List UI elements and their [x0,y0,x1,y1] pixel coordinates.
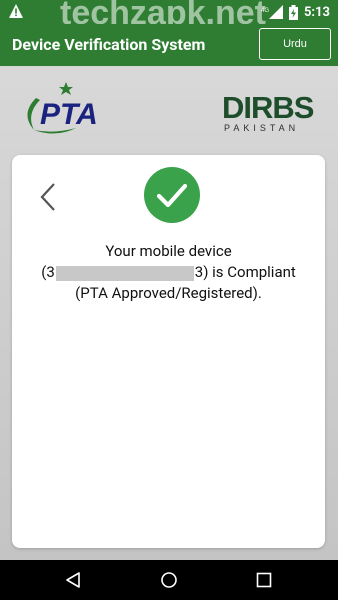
status-bar: techzapk.net 4G 5:13 [0,0,338,32]
imei-redaction [55,265,194,281]
message-line-2: (3 3) is Compliant [12,262,325,283]
svg-text:PTA: PTA [40,98,98,131]
back-icon[interactable] [38,181,58,213]
compliance-message: Your mobile device (3 3) is Compliant (PT… [12,241,325,304]
message-line-1: Your mobile device [105,242,232,260]
check-circle-icon [144,167,200,223]
clock: 5:13 [303,4,330,20]
warning-icon [9,4,23,18]
imei-start: (3 [41,263,55,281]
nav-recents-icon[interactable] [256,572,272,588]
svg-text:PAKISTAN: PAKISTAN [224,123,299,133]
app-title: Device Verification System [12,35,206,54]
svg-text:4G: 4G [261,8,269,14]
app-bar: Device Verification System Urdu [0,24,338,66]
nav-home-icon[interactable] [160,571,178,589]
signal-icon: 4G [261,5,283,19]
message-line-3: (PTA Approved/Registered). [75,284,262,302]
pta-logo: PTA [27,82,98,134]
status-icons: 4G 5:13 [261,3,330,21]
imei-end: 3) is Compliant [194,263,296,281]
battery-icon [288,4,298,20]
svg-text:DIRBS: DIRBS [222,90,314,125]
nav-back-icon[interactable] [64,571,82,589]
urdu-button[interactable]: Urdu [259,28,331,60]
dirbs-logo: DIRBS PAKISTAN [222,90,315,133]
navigation-bar [0,560,338,600]
result-card: Your mobile device (3 3) is Compliant (PT… [12,155,325,548]
